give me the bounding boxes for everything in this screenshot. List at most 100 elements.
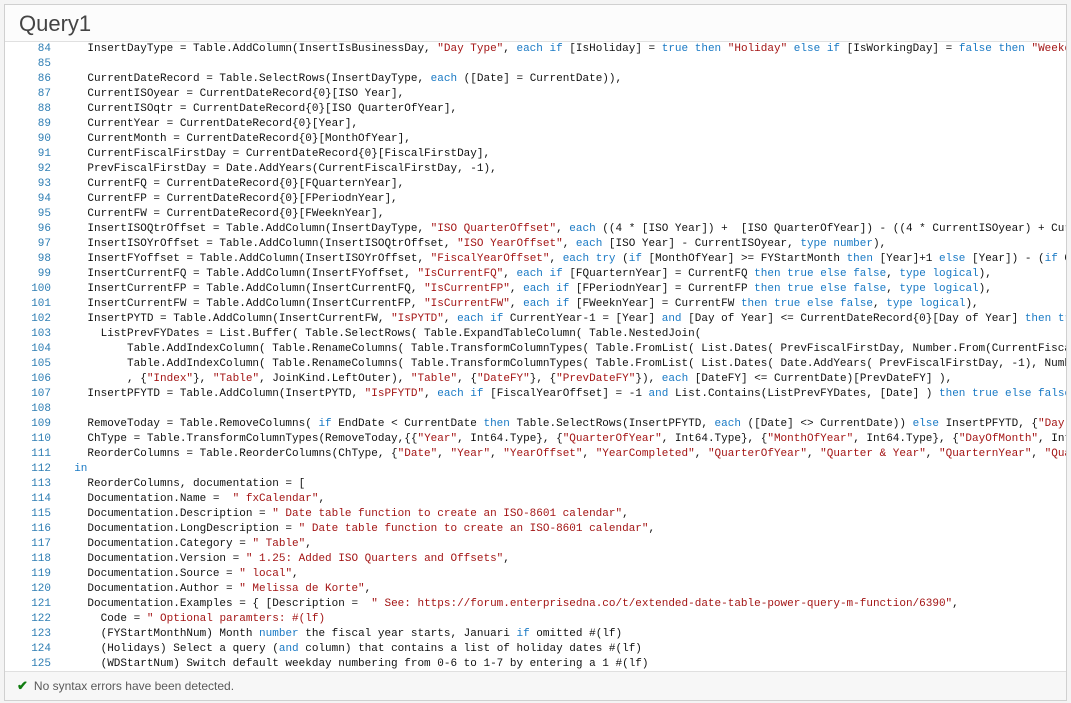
code-text[interactable]: Documentation.Author = " Melissa de Kort… [61, 582, 1066, 597]
code-line[interactable]: 86 CurrentDateRecord = Table.SelectRows(… [5, 72, 1066, 87]
code-text[interactable]: ReorderColumns, documentation = [ [61, 477, 1066, 492]
code-line[interactable]: 110 ChType = Table.TransformColumnTypes(… [5, 432, 1066, 447]
code-text[interactable]: in [61, 462, 1066, 477]
code-editor-scroll[interactable]: 84 InsertDayType = Table.AddColumn(Inser… [5, 42, 1066, 671]
code-text[interactable]: InsertISOYrOffset = Table.AddColumn(Inse… [61, 237, 1066, 252]
code-line[interactable]: 101 InsertCurrentFW = Table.AddColumn(In… [5, 297, 1066, 312]
line-number: 94 [5, 192, 61, 207]
code-line[interactable]: 98 InsertFYoffset = Table.AddColumn(Inse… [5, 252, 1066, 267]
code-text[interactable]: ListPrevFYDates = List.Buffer( Table.Sel… [61, 327, 1066, 342]
code-line[interactable]: 109 RemoveToday = Table.RemoveColumns( i… [5, 417, 1066, 432]
check-icon: ✔ [17, 678, 28, 694]
code-line[interactable]: 92 PrevFiscalFirstDay = Date.AddYears(Cu… [5, 162, 1066, 177]
code-text[interactable]: CurrentISOyear = CurrentDateRecord{0}[IS… [61, 87, 1066, 102]
code-text[interactable]: InsertPFYTD = Table.AddColumn(InsertPYTD… [61, 387, 1066, 402]
code-text[interactable]: (FYStartMonthNum) Month number the fisca… [61, 627, 1066, 642]
code-line[interactable]: 90 CurrentMonth = CurrentDateRecord{0}[M… [5, 132, 1066, 147]
code-line[interactable]: 93 CurrentFQ = CurrentDateRecord{0}[FQua… [5, 177, 1066, 192]
line-number: 89 [5, 117, 61, 132]
code-text[interactable]: Table.AddIndexColumn( Table.RenameColumn… [61, 357, 1066, 372]
code-line[interactable]: 89 CurrentYear = CurrentDateRecord{0}[Ye… [5, 117, 1066, 132]
line-number: 108 [5, 402, 61, 417]
code-text[interactable]: CurrentFQ = CurrentDateRecord{0}[FQuarte… [61, 177, 1066, 192]
code-line[interactable]: 119 Documentation.Source = " local", [5, 567, 1066, 582]
code-text[interactable]: ChType = Table.TransformColumnTypes(Remo… [61, 432, 1066, 447]
line-number: 112 [5, 462, 61, 477]
code-line[interactable]: 95 CurrentFW = CurrentDateRecord{0}[FWee… [5, 207, 1066, 222]
code-line[interactable]: 124 (Holidays) Select a query (and colum… [5, 642, 1066, 657]
code-line[interactable]: 96 InsertISOQtrOffset = Table.AddColumn(… [5, 222, 1066, 237]
code-text[interactable]: CurrentISOqtr = CurrentDateRecord{0}[ISO… [61, 102, 1066, 117]
code-text[interactable]: Documentation.Examples = { [Description … [61, 597, 1066, 612]
code-text[interactable]: CurrentFiscalFirstDay = CurrentDateRecor… [61, 147, 1066, 162]
code-text[interactable]: Documentation.Source = " local", [61, 567, 1066, 582]
code-line[interactable]: 120 Documentation.Author = " Melissa de … [5, 582, 1066, 597]
code-line[interactable]: 118 Documentation.Version = " 1.25: Adde… [5, 552, 1066, 567]
code-text[interactable]: Code = " Optional paramters: #(lf) [61, 612, 1066, 627]
code-text[interactable] [61, 402, 1066, 417]
code-line[interactable]: 123 (FYStartMonthNum) Month number the f… [5, 627, 1066, 642]
code-editor[interactable]: 84 InsertDayType = Table.AddColumn(Inser… [5, 42, 1066, 671]
code-line[interactable]: 116 Documentation.LongDescription = " Da… [5, 522, 1066, 537]
line-number: 84 [5, 42, 61, 57]
line-number: 99 [5, 267, 61, 282]
line-number: 114 [5, 492, 61, 507]
code-line[interactable]: 91 CurrentFiscalFirstDay = CurrentDateRe… [5, 147, 1066, 162]
code-text[interactable]: (WDStartNum) Switch default weekday numb… [61, 657, 1066, 671]
code-text[interactable]: Documentation.Description = " Date table… [61, 507, 1066, 522]
code-text[interactable]: CurrentDateRecord = Table.SelectRows(Ins… [61, 72, 1066, 87]
code-line[interactable]: 111 ReorderColumns = Table.ReorderColumn… [5, 447, 1066, 462]
code-text[interactable]: CurrentFW = CurrentDateRecord{0}[FWeeknY… [61, 207, 1066, 222]
code-text[interactable]: Documentation.Version = " 1.25: Added IS… [61, 552, 1066, 567]
code-line[interactable]: 113 ReorderColumns, documentation = [ [5, 477, 1066, 492]
code-text[interactable]: Documentation.LongDescription = " Date t… [61, 522, 1066, 537]
code-line[interactable]: 117 Documentation.Category = " Table", [5, 537, 1066, 552]
code-text[interactable]: InsertISOQtrOffset = Table.AddColumn(Ins… [61, 222, 1066, 237]
code-text[interactable]: Documentation.Name = " fxCalendar", [61, 492, 1066, 507]
code-text[interactable]: , {"Index"}, "Table", JoinKind.LeftOuter… [61, 372, 1066, 387]
code-text[interactable]: ReorderColumns = Table.ReorderColumns(Ch… [61, 447, 1066, 462]
code-line[interactable]: 125 (WDStartNum) Switch default weekday … [5, 657, 1066, 671]
code-text[interactable]: InsertFYoffset = Table.AddColumn(InsertI… [61, 252, 1066, 267]
code-line[interactable]: 106 , {"Index"}, "Table", JoinKind.LeftO… [5, 372, 1066, 387]
code-line[interactable]: 84 InsertDayType = Table.AddColumn(Inser… [5, 42, 1066, 57]
code-line[interactable]: 85 [5, 57, 1066, 72]
line-number: 100 [5, 282, 61, 297]
code-line[interactable]: 87 CurrentISOyear = CurrentDateRecord{0}… [5, 87, 1066, 102]
code-text[interactable] [61, 57, 1066, 72]
code-text[interactable]: Documentation.Category = " Table", [61, 537, 1066, 552]
line-number: 123 [5, 627, 61, 642]
code-text[interactable]: InsertCurrentFW = Table.AddColumn(Insert… [61, 297, 1066, 312]
code-line[interactable]: 102 InsertPYTD = Table.AddColumn(InsertC… [5, 312, 1066, 327]
code-text[interactable]: PrevFiscalFirstDay = Date.AddYears(Curre… [61, 162, 1066, 177]
line-number: 91 [5, 147, 61, 162]
code-line[interactable]: 121 Documentation.Examples = { [Descript… [5, 597, 1066, 612]
code-text[interactable]: RemoveToday = Table.RemoveColumns( if En… [61, 417, 1066, 432]
code-line[interactable]: 100 InsertCurrentFP = Table.AddColumn(In… [5, 282, 1066, 297]
line-number: 90 [5, 132, 61, 147]
line-number: 120 [5, 582, 61, 597]
code-line[interactable]: 112 in [5, 462, 1066, 477]
code-line[interactable]: 115 Documentation.Description = " Date t… [5, 507, 1066, 522]
code-line[interactable]: 105 Table.AddIndexColumn( Table.RenameCo… [5, 357, 1066, 372]
code-text[interactable]: (Holidays) Select a query (and column) t… [61, 642, 1066, 657]
code-text[interactable]: CurrentMonth = CurrentDateRecord{0}[Mont… [61, 132, 1066, 147]
line-number: 115 [5, 507, 61, 522]
code-text[interactable]: CurrentFP = CurrentDateRecord{0}[FPeriod… [61, 192, 1066, 207]
code-text[interactable]: CurrentYear = CurrentDateRecord{0}[Year]… [61, 117, 1066, 132]
code-text[interactable]: Table.AddIndexColumn( Table.RenameColumn… [61, 342, 1066, 357]
code-line[interactable]: 103 ListPrevFYDates = List.Buffer( Table… [5, 327, 1066, 342]
code-line[interactable]: 104 Table.AddIndexColumn( Table.RenameCo… [5, 342, 1066, 357]
code-line[interactable]: 97 InsertISOYrOffset = Table.AddColumn(I… [5, 237, 1066, 252]
code-line[interactable]: 108 [5, 402, 1066, 417]
code-line[interactable]: 107 InsertPFYTD = Table.AddColumn(Insert… [5, 387, 1066, 402]
code-text[interactable]: InsertDayType = Table.AddColumn(InsertIs… [61, 42, 1066, 57]
code-line[interactable]: 114 Documentation.Name = " fxCalendar", [5, 492, 1066, 507]
code-line[interactable]: 99 InsertCurrentFQ = Table.AddColumn(Ins… [5, 267, 1066, 282]
code-text[interactable]: InsertCurrentFQ = Table.AddColumn(Insert… [61, 267, 1066, 282]
code-line[interactable]: 88 CurrentISOqtr = CurrentDateRecord{0}[… [5, 102, 1066, 117]
code-line[interactable]: 122 Code = " Optional paramters: #(lf) [5, 612, 1066, 627]
code-text[interactable]: InsertCurrentFP = Table.AddColumn(Insert… [61, 282, 1066, 297]
code-line[interactable]: 94 CurrentFP = CurrentDateRecord{0}[FPer… [5, 192, 1066, 207]
code-text[interactable]: InsertPYTD = Table.AddColumn(InsertCurre… [61, 312, 1066, 327]
